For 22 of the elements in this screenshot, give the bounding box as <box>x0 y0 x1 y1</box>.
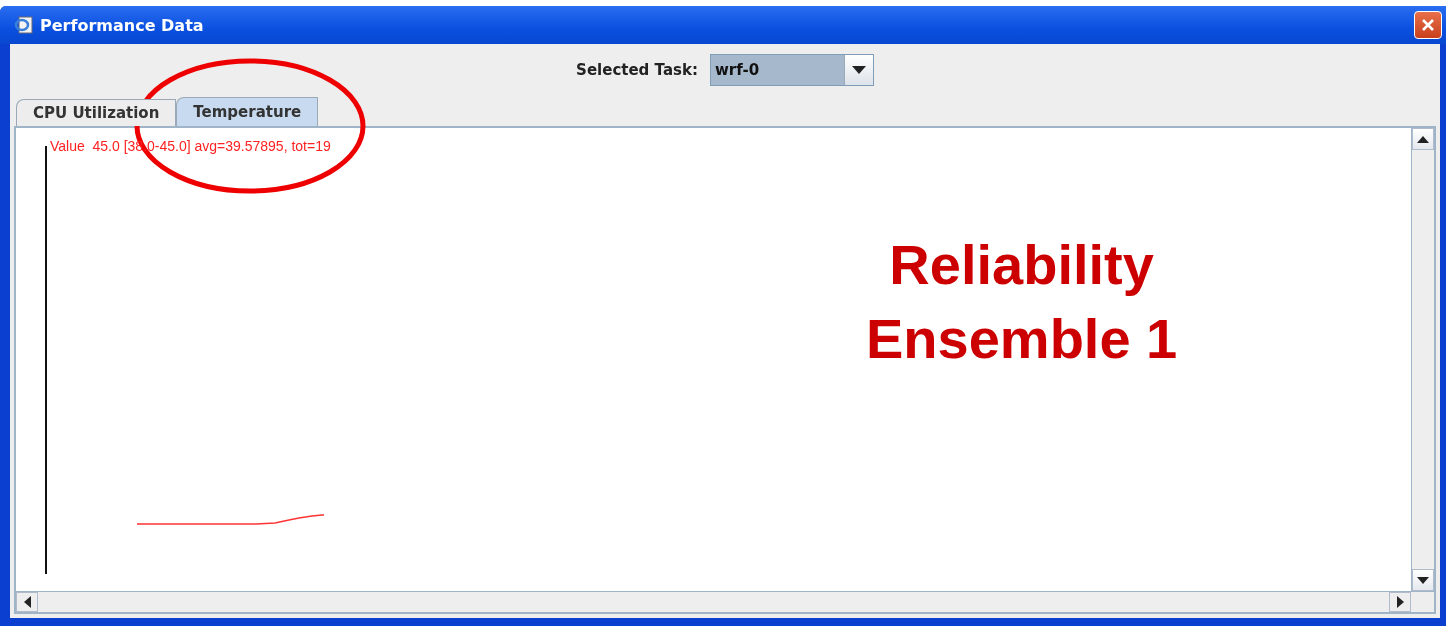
down-triangle-icon <box>1417 576 1429 584</box>
caret-icon <box>851 66 866 74</box>
scroll-up-button[interactable] <box>1412 128 1434 150</box>
scrollbar-corner <box>1411 592 1434 612</box>
vertical-scrollbar[interactable] <box>1411 128 1434 591</box>
scroll-left-button[interactable] <box>16 592 38 612</box>
horizontal-scrollbar[interactable] <box>16 592 1411 612</box>
scroll-right-button[interactable] <box>1389 592 1411 612</box>
task-dropdown[interactable]: wrf-0 <box>709 54 874 86</box>
selected-task-label: Selected Task: <box>576 61 698 79</box>
window-title: Performance Data <box>40 15 204 35</box>
close-icon <box>1420 17 1436 33</box>
document-icon <box>14 15 34 35</box>
right-triangle-icon <box>1396 596 1404 608</box>
tab[interactable]: CPU Utilization <box>16 99 177 126</box>
close-button[interactable] <box>1414 11 1442 39</box>
left-triangle-icon <box>23 596 31 608</box>
up-triangle-icon <box>1417 135 1429 143</box>
annotation-text: Ensemble 1 <box>866 306 1178 372</box>
annotation-text: Reliability <box>889 232 1154 298</box>
scroll-down-button[interactable] <box>1412 569 1434 591</box>
tab[interactable]: Temperature <box>176 97 319 126</box>
